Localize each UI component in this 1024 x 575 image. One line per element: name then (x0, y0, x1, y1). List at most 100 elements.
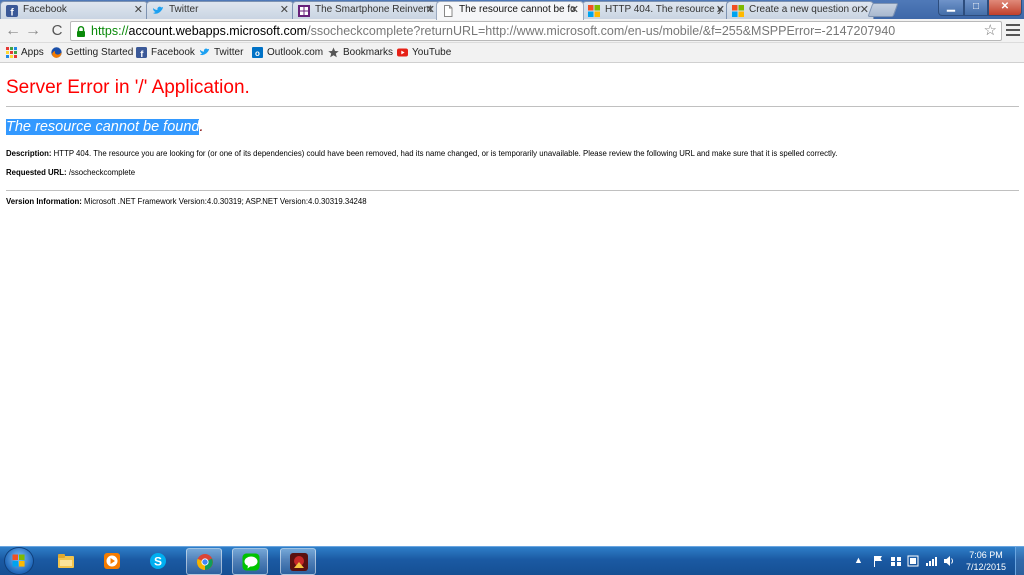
tab-resource-not-found[interactable]: The resource cannot be fo ✕ (436, 1, 584, 20)
error-subtitle: The resource cannot be found. (6, 119, 204, 135)
version-info-line: Version Information: Microsoft .NET Fram… (6, 197, 367, 206)
close-window-button[interactable]: ✕ (988, 0, 1022, 16)
version-value: Microsoft .NET Framework Version:4.0.303… (83, 197, 367, 206)
tab-smartphone-reinvented[interactable]: The Smartphone Reinvent ✕ (292, 1, 440, 19)
tab-label: HTTP 404. The resource y (605, 4, 723, 15)
page-title: Server Error in '/' Application. (6, 77, 250, 98)
taskbar: S ▲ 7:06 PM 7/12/2015 (0, 546, 1024, 575)
volume-icon[interactable] (943, 555, 955, 567)
windows-logo-icon (12, 554, 25, 567)
reload-button[interactable]: C (48, 22, 66, 40)
bookmark-apps[interactable]: Apps (6, 46, 44, 60)
menu-icon[interactable] (1006, 24, 1020, 38)
version-label: Version Information: (6, 197, 82, 206)
flag-icon[interactable] (872, 555, 884, 567)
tray-expand-icon[interactable]: ▲ (854, 555, 863, 565)
bookmark-label: Outlook.com (267, 47, 324, 58)
line-icon (242, 553, 260, 571)
network-status-icon[interactable] (890, 555, 902, 567)
requested-url-value: /ssocheckcomplete (68, 168, 136, 177)
clock-date[interactable]: 7/12/2015 (962, 562, 1010, 572)
selected-text: The resource cannot be found (6, 119, 200, 135)
media-player-icon (104, 553, 120, 569)
back-button[interactable]: ← (4, 22, 22, 40)
tab-facebook[interactable]: f Facebook ✕ (0, 1, 148, 19)
forward-button[interactable]: → (24, 22, 42, 40)
youtube-icon (397, 48, 408, 57)
browser-toolbar: ← → C https://account.webapps.microsoft.… (0, 19, 1024, 43)
tab-label: Twitter (169, 4, 199, 15)
chrome-icon (196, 554, 213, 571)
url-scheme: https:// (91, 24, 129, 38)
description-label: Description: (6, 149, 52, 158)
taskbar-game[interactable] (280, 548, 316, 575)
wifi-signal-icon[interactable] (925, 555, 937, 567)
bookmark-label: Getting Started (66, 47, 134, 58)
bookmark-star-icon[interactable]: ☆ (984, 22, 997, 40)
tab-label: The Smartphone Reinvent (315, 4, 432, 15)
bookmark-outlook[interactable]: o Outlook.com (252, 46, 323, 60)
maximize-button[interactable]: □ (964, 0, 988, 16)
bookmarks-bar: Apps Getting Started f Facebook Twitter … (0, 43, 1024, 63)
taskbar-skype[interactable]: S (140, 548, 176, 575)
skype-icon: S (150, 553, 166, 569)
description-text: HTTP 404. The resource you are looking f… (53, 149, 838, 158)
star-icon (328, 47, 339, 58)
taskbar-file-explorer[interactable] (48, 548, 84, 575)
twitter-icon (153, 6, 163, 14)
divider (6, 106, 1019, 107)
bookmark-label: Bookmarks (343, 47, 394, 58)
windows-icon (298, 5, 310, 17)
tab-twitter[interactable]: Twitter ✕ (146, 1, 294, 19)
subtitle-period: . (199, 119, 204, 135)
address-bar[interactable]: https://account.webapps.microsoft.com/ss… (70, 21, 1002, 41)
facebook-icon: f (6, 5, 18, 17)
taskbar-media-player[interactable] (94, 548, 130, 575)
minimize-button[interactable]: ▁ (938, 0, 964, 16)
bookmark-twitter[interactable]: Twitter (199, 46, 243, 60)
requested-url-line: Requested URL: /ssocheckcomplete (6, 168, 135, 177)
bookmark-bookmarks[interactable]: Bookmarks (328, 46, 393, 60)
bookmark-label: Apps (21, 47, 44, 58)
bookmark-facebook[interactable]: f Facebook (136, 46, 195, 60)
tab-label: Create a new question or (749, 4, 861, 15)
tab-close-icon[interactable]: ✕ (716, 2, 725, 18)
microsoft-icon (732, 5, 744, 17)
svg-text:S: S (154, 555, 162, 569)
tab-label: Facebook (23, 4, 67, 15)
bookmark-getting-started[interactable]: Getting Started (51, 46, 133, 60)
tab-close-icon[interactable]: ✕ (134, 2, 143, 18)
taskbar-line[interactable] (232, 548, 268, 575)
clock-time[interactable]: 7:06 PM (962, 550, 1010, 560)
bookmark-label: Twitter (214, 47, 244, 58)
tab-label: The resource cannot be fo (459, 4, 576, 15)
file-explorer-icon (58, 554, 74, 568)
tab-close-icon[interactable]: ✕ (426, 2, 435, 18)
tab-strip: f Facebook ✕ Twitter ✕ The Smartphone Re… (0, 0, 1024, 20)
url-path: /ssocheckcomplete?returnURL=http://www.m… (307, 24, 896, 38)
action-center-icon[interactable] (907, 555, 919, 567)
url-host: account.webapps.microsoft.com (128, 24, 308, 38)
tab-close-icon[interactable]: ✕ (570, 2, 579, 18)
apps-grid-icon (6, 47, 17, 58)
new-tab-button[interactable] (867, 3, 899, 17)
game-icon (290, 553, 308, 571)
bookmark-youtube[interactable]: YouTube (397, 46, 451, 60)
bookmark-label: YouTube (412, 47, 452, 58)
firefox-icon (51, 47, 62, 58)
svg-text:o: o (255, 49, 260, 58)
tab-create-question[interactable]: Create a new question or ✕ (726, 1, 874, 19)
start-button[interactable] (4, 547, 34, 575)
page-icon (444, 5, 453, 17)
taskbar-chrome[interactable] (186, 548, 222, 575)
facebook-icon: f (136, 47, 147, 58)
show-desktop-button[interactable] (1015, 547, 1024, 575)
twitter-icon (199, 48, 210, 56)
requested-url-label: Requested URL: (6, 168, 67, 177)
microsoft-icon (588, 5, 600, 17)
tab-close-icon[interactable]: ✕ (280, 2, 289, 18)
outlook-icon: o (252, 47, 263, 58)
tab-http-404[interactable]: HTTP 404. The resource y ✕ (582, 1, 730, 19)
lock-icon (77, 26, 85, 37)
bookmark-label: Facebook (151, 47, 195, 58)
